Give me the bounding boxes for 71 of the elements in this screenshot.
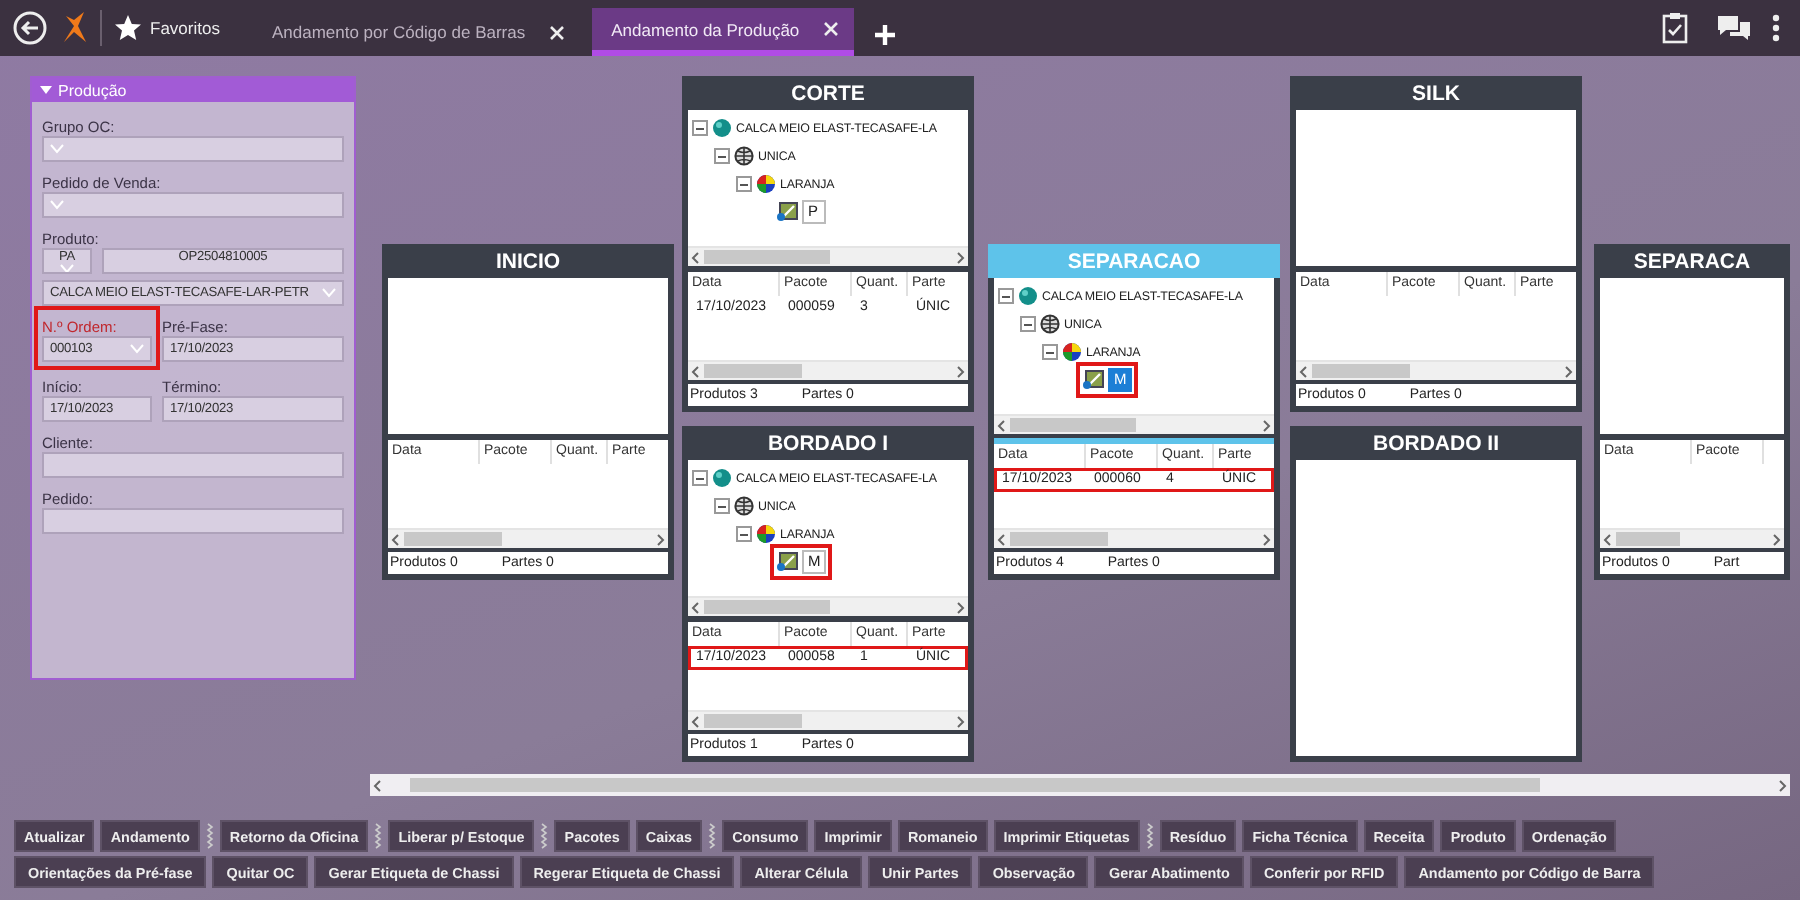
globe-icon bbox=[734, 146, 754, 166]
part-icon bbox=[776, 552, 798, 572]
favorites-button[interactable]: Favoritos bbox=[114, 14, 240, 42]
horizontal-scrollbar[interactable] bbox=[994, 414, 1274, 434]
back-icon[interactable] bbox=[12, 10, 48, 46]
scroll-left-icon[interactable] bbox=[388, 533, 404, 545]
chat-icon[interactable] bbox=[1716, 14, 1752, 42]
horizontal-scrollbar[interactable] bbox=[388, 528, 668, 548]
panel-header[interactable]: Produção bbox=[32, 78, 354, 102]
scroll-left-icon[interactable] bbox=[994, 533, 1010, 545]
add-tab-icon[interactable] bbox=[873, 23, 896, 45]
stage-title: BORDADO II bbox=[1373, 431, 1499, 455]
grip-icon[interactable] bbox=[1145, 822, 1154, 850]
scroll-right-icon[interactable] bbox=[1768, 533, 1784, 545]
horizontal-scrollbar[interactable] bbox=[1296, 360, 1576, 380]
stage-title: SEPARACAO bbox=[1067, 249, 1201, 273]
scroll-right-icon[interactable] bbox=[1258, 533, 1274, 545]
sphere-icon bbox=[712, 118, 732, 138]
horizontal-scrollbar[interactable] bbox=[688, 360, 968, 380]
close-icon[interactable] bbox=[549, 25, 564, 39]
horizontal-scrollbar[interactable] bbox=[688, 710, 968, 730]
part-icon bbox=[1082, 370, 1104, 390]
scroll-left-icon[interactable] bbox=[994, 419, 1010, 431]
scroll-right-icon[interactable] bbox=[1258, 419, 1274, 431]
input-field[interactable] bbox=[42, 136, 344, 162]
stage-title: CORTE bbox=[791, 81, 865, 105]
horizontal-scrollbar[interactable] bbox=[688, 246, 968, 266]
scroll-right-icon[interactable] bbox=[1774, 779, 1790, 791]
scroll-left-icon[interactable] bbox=[370, 779, 386, 791]
stage-title: BORDADO I bbox=[767, 431, 889, 455]
globe-icon bbox=[1040, 314, 1060, 334]
sphere-icon bbox=[1018, 286, 1038, 306]
input-field[interactable] bbox=[42, 192, 344, 218]
globe-icon bbox=[734, 496, 754, 516]
grip-icon[interactable] bbox=[540, 822, 549, 850]
color-wheel-icon bbox=[1062, 342, 1082, 362]
horizontal-scrollbar[interactable] bbox=[1600, 528, 1784, 548]
horizontal-scrollbar[interactable] bbox=[370, 774, 1790, 796]
tab[interactable]: Andamento da Produção bbox=[591, 8, 854, 56]
scroll-right-icon[interactable] bbox=[952, 365, 968, 377]
star-icon bbox=[114, 14, 142, 42]
scroll-left-icon[interactable] bbox=[688, 601, 704, 613]
scroll-right-icon[interactable] bbox=[952, 715, 968, 727]
scroll-right-icon[interactable] bbox=[952, 251, 968, 263]
scroll-left-icon[interactable] bbox=[1600, 533, 1616, 545]
color-wheel-icon bbox=[756, 524, 776, 544]
part-icon bbox=[776, 202, 798, 222]
clipboard-check-icon[interactable] bbox=[1662, 12, 1688, 44]
scroll-left-icon[interactable] bbox=[1296, 365, 1312, 377]
input-field[interactable] bbox=[42, 508, 344, 534]
scroll-right-icon[interactable] bbox=[652, 533, 668, 545]
scroll-left-icon[interactable] bbox=[688, 251, 704, 263]
horizontal-scrollbar[interactable] bbox=[688, 596, 968, 616]
stage-title: SILK bbox=[1412, 81, 1460, 105]
close-icon[interactable] bbox=[823, 22, 838, 36]
sphere-icon bbox=[712, 468, 732, 488]
grip-icon[interactable] bbox=[374, 822, 383, 850]
more-icon[interactable] bbox=[1772, 14, 1780, 42]
logo-icon[interactable] bbox=[60, 12, 88, 44]
color-wheel-icon bbox=[756, 174, 776, 194]
input-field[interactable] bbox=[42, 452, 344, 478]
scroll-left-icon[interactable] bbox=[688, 715, 704, 727]
scroll-right-icon[interactable] bbox=[952, 601, 968, 613]
grip-icon[interactable] bbox=[708, 822, 717, 850]
stage-title: INICIO bbox=[495, 249, 561, 273]
horizontal-scrollbar[interactable] bbox=[994, 528, 1274, 548]
scroll-right-icon[interactable] bbox=[1560, 365, 1576, 377]
stage-title: SEPARACA bbox=[1633, 249, 1751, 273]
grip-icon[interactable] bbox=[205, 822, 214, 850]
tab[interactable]: Andamento por Código de Barras bbox=[251, 8, 580, 56]
scroll-left-icon[interactable] bbox=[688, 365, 704, 377]
